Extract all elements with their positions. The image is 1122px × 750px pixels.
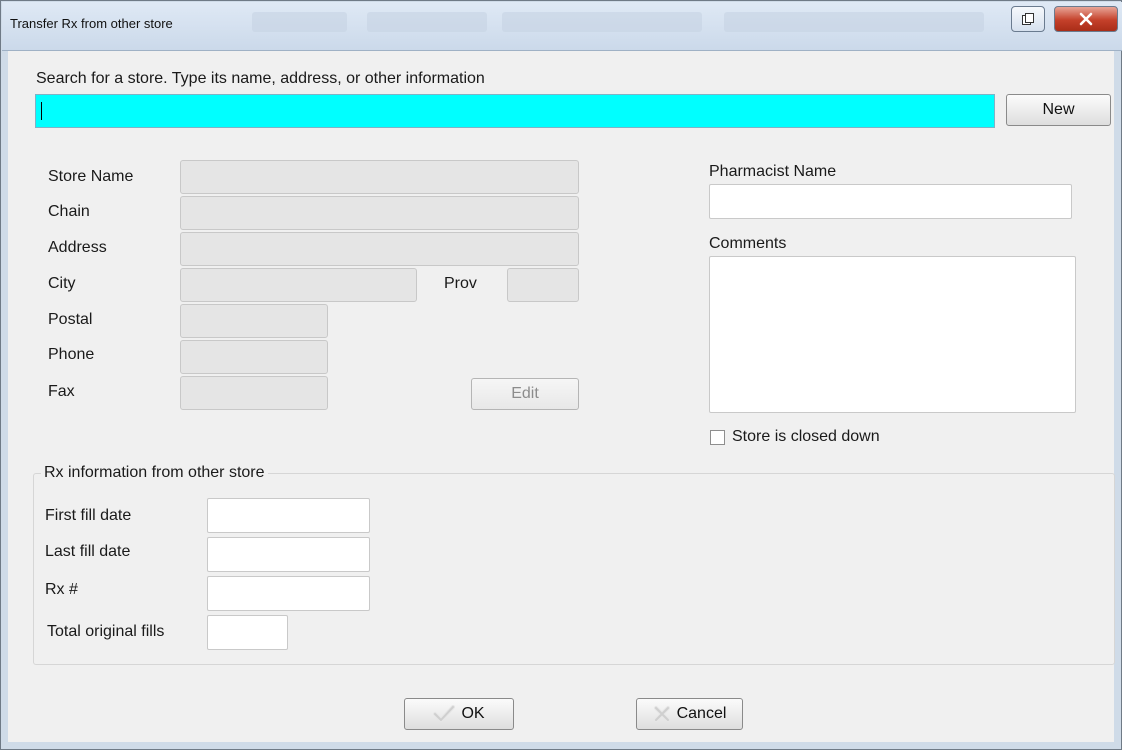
last-fill-date-input[interactable]	[207, 537, 370, 572]
fax-field	[180, 376, 328, 410]
cancel-label: Cancel	[676, 705, 727, 722]
postal-field	[180, 304, 328, 338]
pharmacist-name-label: Pharmacist Name	[709, 163, 837, 180]
rx-number-input[interactable]	[207, 576, 370, 611]
ok-button[interactable]: OK	[404, 698, 514, 730]
background-ghost	[502, 12, 702, 32]
rx-number-label: Rx #	[45, 581, 78, 598]
prov-label: Prov	[444, 275, 477, 292]
comments-label: Comments	[709, 235, 787, 252]
transfer-dialog: Transfer Rx from other store Search for …	[0, 0, 1122, 750]
first-fill-date-input[interactable]	[207, 498, 370, 533]
rx-info-group	[33, 473, 1115, 665]
total-fills-input[interactable]	[207, 615, 288, 650]
cancel-button[interactable]: Cancel	[636, 698, 743, 730]
total-fills-label: Total original fills	[47, 623, 165, 640]
title-bar: Transfer Rx from other store	[2, 2, 1122, 51]
phone-label: Phone	[48, 346, 95, 363]
search-input[interactable]	[35, 94, 995, 128]
window-title: Transfer Rx from other store	[10, 16, 173, 31]
last-fill-label: Last fill date	[45, 543, 131, 560]
phone-field	[180, 340, 328, 374]
fax-label: Fax	[48, 383, 75, 400]
postal-label: Postal	[48, 311, 93, 328]
close-icon	[1079, 12, 1093, 26]
background-ghost	[367, 12, 487, 32]
checkmark-icon	[433, 705, 456, 722]
ok-label: OK	[461, 705, 485, 722]
first-fill-label: First fill date	[45, 507, 132, 524]
restore-button[interactable]	[1011, 6, 1045, 32]
search-label: Search for a store. Type its name, addre…	[36, 70, 485, 87]
city-field	[180, 268, 417, 302]
chain-field	[180, 196, 579, 230]
background-ghost	[724, 12, 984, 32]
rx-info-group-label: Rx information from other store	[41, 464, 268, 482]
edit-button[interactable]: Edit	[471, 378, 579, 410]
cancel-x-icon	[653, 706, 670, 722]
store-name-label: Store Name	[48, 168, 134, 185]
close-button[interactable]	[1054, 6, 1118, 32]
address-field	[180, 232, 579, 266]
new-button[interactable]: New	[1006, 94, 1111, 126]
prov-field	[507, 268, 579, 302]
address-label: Address	[48, 239, 107, 256]
store-name-field	[180, 160, 579, 194]
comments-textarea[interactable]	[709, 256, 1076, 413]
dialog-content: Search for a store. Type its name, addre…	[11, 51, 1115, 741]
background-ghost	[252, 12, 347, 32]
pharmacist-name-input[interactable]	[709, 184, 1072, 219]
restore-icon	[1022, 13, 1034, 25]
city-label: City	[48, 275, 76, 292]
store-closed-label: Store is closed down	[732, 428, 880, 445]
store-closed-checkbox[interactable]	[710, 430, 725, 445]
chain-label: Chain	[48, 203, 90, 220]
text-caret	[41, 102, 42, 120]
